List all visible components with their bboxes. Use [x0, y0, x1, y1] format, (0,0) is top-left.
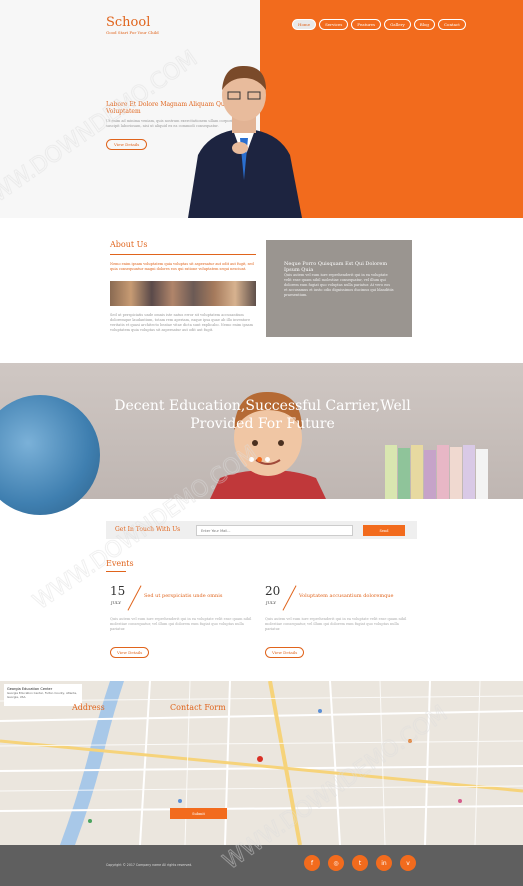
newsletter-send-button[interactable]: Send	[363, 525, 405, 536]
footer-copyright: Copyright © 2017 Company name All rights…	[106, 863, 193, 867]
newsletter-label: Get In Touch With Us	[115, 526, 181, 533]
events-title: Events	[106, 559, 134, 568]
about-lead: Nemo enim ipsam voluptatem quia voluptas…	[110, 262, 254, 271]
event-1-view-details-button[interactable]: View Details	[110, 647, 150, 658]
brand-logo[interactable]: School	[106, 15, 150, 30]
nav-item-home[interactable]: Home	[292, 19, 317, 30]
instagram-icon[interactable]: ◎	[328, 855, 344, 871]
event-1-title[interactable]: Sed ut perspiciatis unde omnis	[144, 593, 222, 599]
brand-tagline: Good Start For Your Child	[106, 30, 159, 35]
nav-item-features[interactable]: Features	[351, 19, 382, 30]
hero-view-details-button[interactable]: View Details	[106, 139, 148, 150]
event-2-day: 20	[265, 584, 281, 598]
linkedin-icon[interactable]: in	[376, 855, 392, 871]
event-1-month: JULY	[111, 600, 122, 605]
map-card-address: Georgia Education Center, Fulton County,…	[7, 691, 77, 699]
contact-submit-button[interactable]: Submit	[170, 808, 227, 819]
event-1-slash	[127, 585, 142, 611]
newsletter-email-input[interactable]	[196, 525, 353, 536]
vimeo-icon[interactable]: v	[400, 855, 416, 871]
hero-student-photo	[188, 65, 302, 218]
about-title: About Us	[110, 240, 148, 249]
nav-item-contact[interactable]: Contact	[437, 19, 466, 30]
slider-dot-1[interactable]	[249, 457, 254, 462]
event-1-text: Quis autem vel eum iure reprehenderit qu…	[110, 617, 252, 631]
event-2-month: JULY	[266, 600, 277, 605]
contact-form-title: Contact Form	[170, 703, 226, 712]
event-1-day: 15	[110, 584, 126, 598]
footer	[0, 845, 523, 886]
social-links: f ◎ t in v	[304, 855, 416, 871]
event-2-text: Quis autem vel eum iure reprehenderit qu…	[265, 617, 407, 631]
nav-item-gallery[interactable]: Gallery	[384, 19, 411, 30]
nav-item-services[interactable]: Services	[319, 19, 349, 30]
about-students-photo	[110, 281, 256, 306]
nav-item-blog[interactable]: Blog	[413, 19, 435, 30]
banner-title: Decent Education,Successful Carrier,Well…	[114, 398, 411, 432]
main-nav: Home Services Features Gallery Blog Cont…	[292, 19, 466, 30]
events-divider	[106, 571, 126, 572]
facebook-icon[interactable]: f	[304, 855, 320, 871]
about-card-title: Neque Porro Quisquam Est Qui Dolorem Ips…	[284, 261, 388, 273]
event-2-title[interactable]: Voluptatem accusantium doloremque	[299, 593, 394, 599]
event-2-view-details-button[interactable]: View Details	[265, 647, 305, 658]
event-2-slash	[282, 585, 297, 611]
twitter-icon[interactable]: t	[352, 855, 368, 871]
slider-dot-2[interactable]	[257, 457, 262, 462]
slider-dots	[249, 457, 270, 462]
books-image	[385, 445, 488, 499]
about-card-text: Quis autem vel eum iure reprehenderit qu…	[284, 273, 394, 297]
slider-dot-3[interactable]	[265, 457, 270, 462]
about-text: Sed ut perspiciatis unde omnis iste natu…	[110, 313, 253, 332]
address-title: Address	[72, 703, 105, 712]
about-divider	[110, 254, 256, 255]
